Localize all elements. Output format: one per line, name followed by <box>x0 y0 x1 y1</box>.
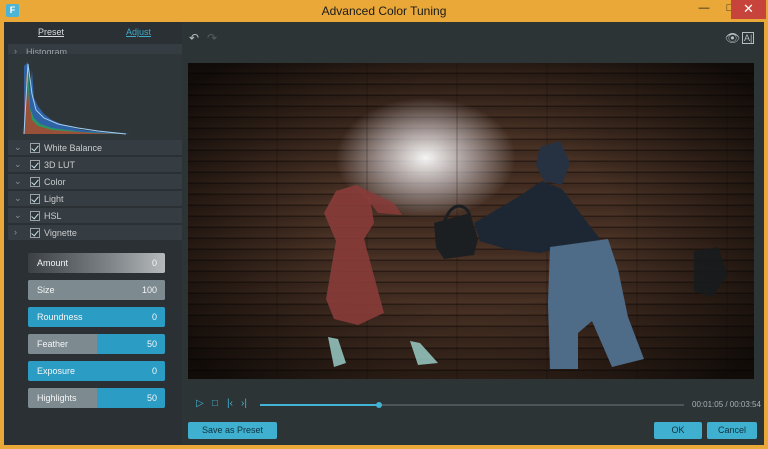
slider-value: 0 <box>151 366 157 376</box>
section-color[interactable]: ⌄ Color <box>8 174 182 190</box>
video-preview <box>188 63 754 379</box>
panel-tabs: Preset Adjust <box>4 22 182 42</box>
cancel-button[interactable]: Cancel <box>707 422 757 439</box>
histogram-chart <box>8 54 182 140</box>
compare-icon[interactable]: A| <box>742 32 755 44</box>
slider-label: Amount <box>37 258 69 268</box>
tab-adjust[interactable]: Adjust <box>126 27 151 37</box>
section-label: Light <box>44 194 64 204</box>
section-label: Color <box>44 177 66 187</box>
next-frame-icon[interactable]: ›| <box>241 398 247 409</box>
section-light[interactable]: ⌄ Light <box>8 191 182 207</box>
app-window: F Advanced Color Tuning — □ ✕ Preset Adj… <box>0 0 768 449</box>
save-as-preset-button[interactable]: Save as Preset <box>188 422 277 439</box>
section-label: 3D LUT <box>44 160 76 170</box>
slider-label: Exposure <box>37 366 76 376</box>
prev-frame-icon[interactable]: |‹ <box>227 398 233 409</box>
highlights-slider[interactable]: Highlights 50 <box>28 388 165 408</box>
timeline-progress <box>260 404 379 406</box>
section-label: HSL <box>44 211 62 221</box>
playback-controls: ▷ □ |‹ ›| 00:01:05 / 00:03:54 <box>188 396 761 414</box>
feather-slider[interactable]: Feather 50 <box>28 334 165 354</box>
slider-value: 0 <box>151 312 157 322</box>
chevron-down-icon: ⌄ <box>14 159 22 169</box>
chevron-down-icon: › <box>14 227 17 237</box>
close-button[interactable]: ✕ <box>731 0 766 19</box>
title-bar: F Advanced Color Tuning — □ ✕ <box>0 0 768 22</box>
timeline-handle[interactable] <box>375 402 382 408</box>
exposure-slider[interactable]: Exposure 0 <box>28 361 165 381</box>
preview-figures <box>324 141 728 369</box>
roundness-slider[interactable]: Roundness 0 <box>28 307 165 327</box>
chevron-down-icon: ⌄ <box>14 210 22 220</box>
minimize-button[interactable]: — <box>691 0 717 19</box>
vignette-checkbox[interactable] <box>30 228 40 238</box>
section-white-balance[interactable]: ⌄ White Balance <box>8 140 182 156</box>
section-label: White Balance <box>44 143 103 153</box>
redo-icon[interactable]: ↷ <box>207 31 217 45</box>
stop-icon[interactable]: □ <box>212 398 218 409</box>
dialog-content: Preset Adjust › Histogram ⌄ White Balanc… <box>4 22 764 445</box>
slider-label: Highlights <box>37 393 77 403</box>
slider-value: 50 <box>146 393 157 403</box>
slider-value: 0 <box>151 258 157 268</box>
amount-slider[interactable]: Amount 0 <box>28 253 165 273</box>
undo-icon[interactable]: ↶ <box>189 31 199 45</box>
slider-label: Feather <box>37 339 69 349</box>
play-icon[interactable]: ▷ <box>196 398 204 409</box>
ok-button[interactable]: OK <box>654 422 702 439</box>
section-label: Vignette <box>44 228 77 238</box>
size-slider[interactable]: Size 100 <box>28 280 165 300</box>
color-checkbox[interactable] <box>30 177 40 187</box>
chevron-down-icon: ⌄ <box>14 142 22 152</box>
preview-area: ↶ ↷ 👁 A| ▷ □ |‹ ›| 00:01:05 / 00:03:54 S… <box>182 22 764 445</box>
adjust-panel: Preset Adjust › Histogram ⌄ White Balanc… <box>4 22 182 445</box>
timeline-scrubber[interactable] <box>260 402 684 408</box>
light-checkbox[interactable] <box>30 194 40 204</box>
slider-value: 50 <box>146 339 157 349</box>
slider-label: Size <box>37 285 55 295</box>
chevron-down-icon: ⌄ <box>14 176 22 186</box>
section-vignette[interactable]: › Vignette <box>8 225 182 241</box>
slider-value: 100 <box>141 285 157 295</box>
time-display: 00:01:05 / 00:03:54 <box>692 400 761 409</box>
white-balance-checkbox[interactable] <box>30 143 40 153</box>
chevron-down-icon: ⌄ <box>14 193 22 203</box>
slider-label: Roundness <box>37 312 83 322</box>
eye-icon[interactable]: 👁 <box>725 31 740 45</box>
window-title: Advanced Color Tuning <box>321 4 447 18</box>
tab-preset[interactable]: Preset <box>38 27 64 37</box>
section-hsl[interactable]: ⌄ HSL <box>8 208 182 224</box>
histogram-graph <box>23 62 130 135</box>
section-3d-lut[interactable]: ⌄ 3D LUT <box>8 157 182 173</box>
hsl-checkbox[interactable] <box>30 211 40 221</box>
3d-lut-checkbox[interactable] <box>30 160 40 170</box>
